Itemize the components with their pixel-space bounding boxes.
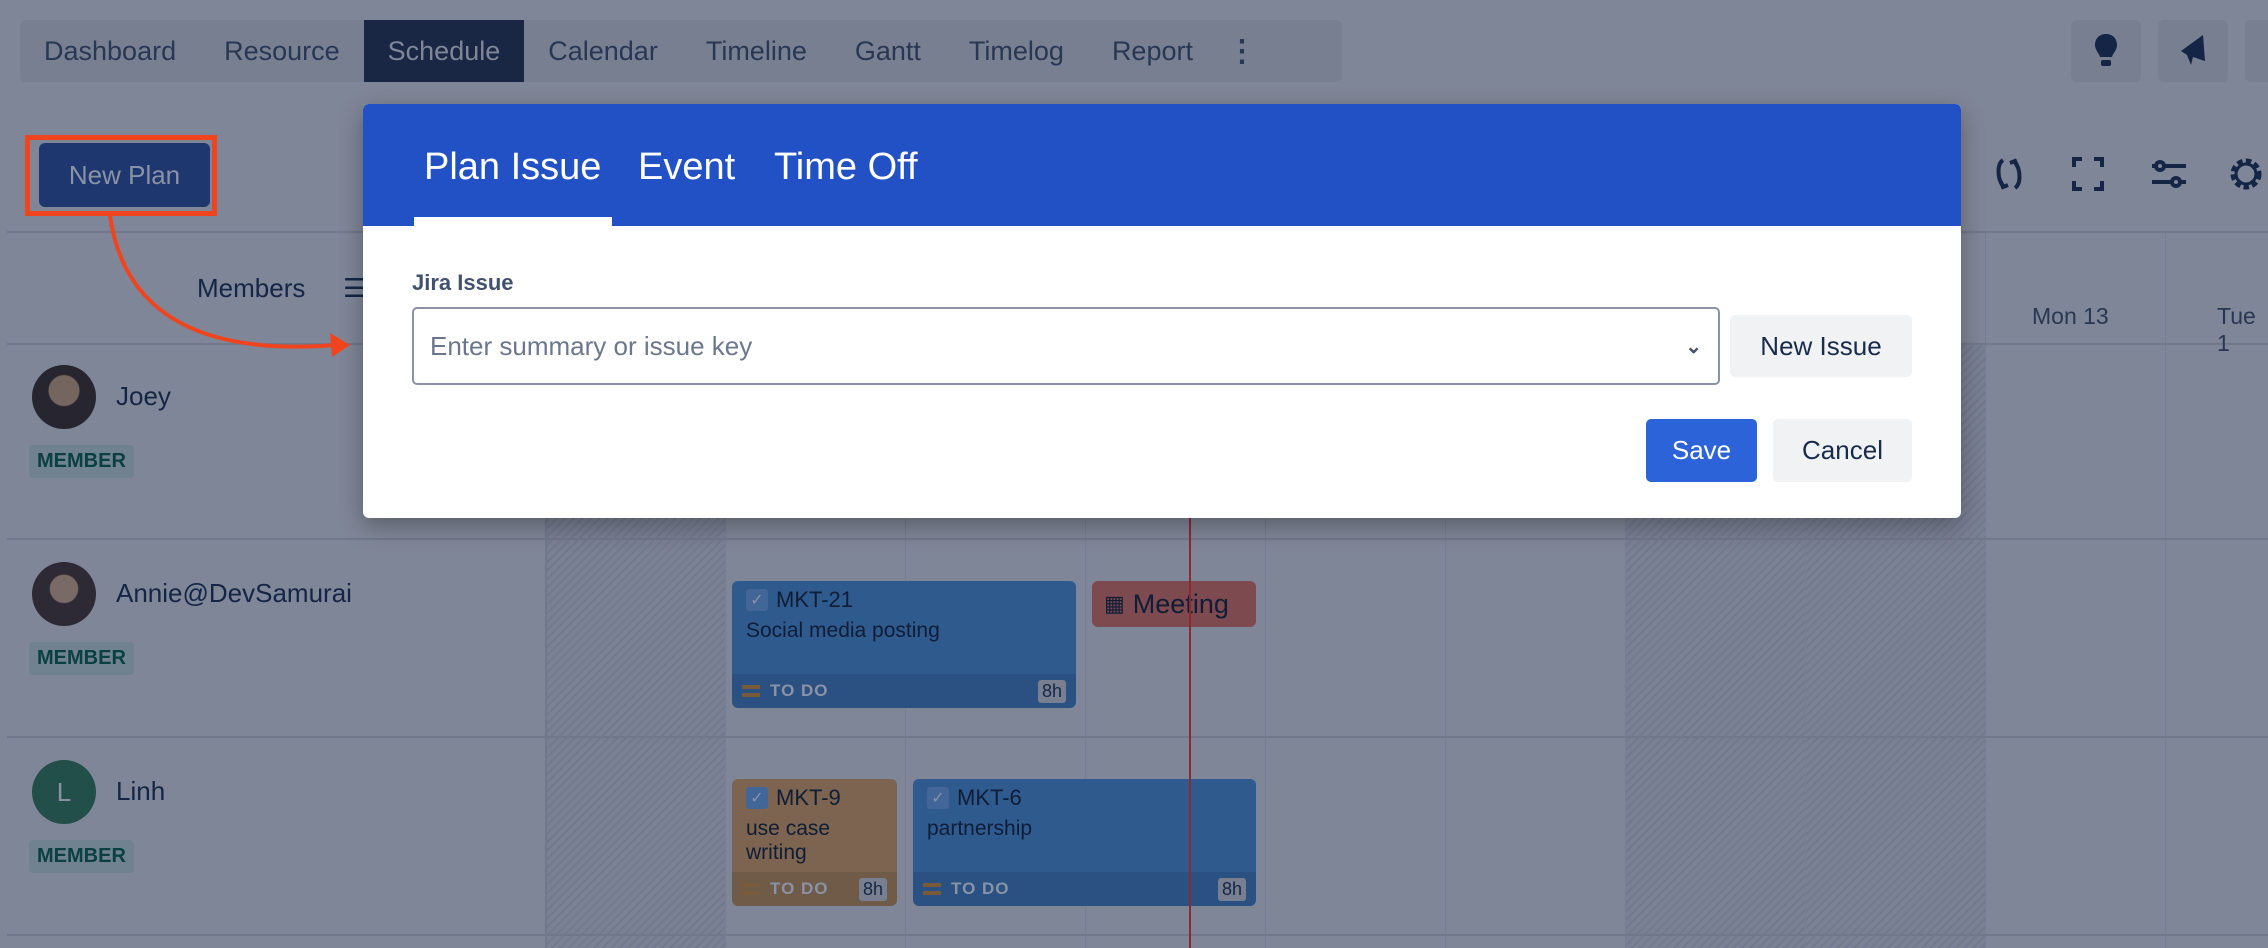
issue-key: MKT-9 xyxy=(776,785,841,810)
hours-badge: 8h xyxy=(1037,679,1066,703)
tab-plan-issue[interactable]: Plan Issue xyxy=(424,146,601,189)
more-icon[interactable]: ⋮ xyxy=(1217,34,1267,69)
priority-medium-icon xyxy=(923,883,941,895)
role-badge: MEMBER xyxy=(29,840,134,873)
issue-summary: Social media posting xyxy=(746,619,940,642)
issue-card[interactable]: ✓ MKT-6 partnership TO DO 8h xyxy=(913,779,1256,906)
tab-timelog[interactable]: Timelog xyxy=(945,20,1088,82)
tab-dashboard[interactable]: Dashboard xyxy=(20,20,200,82)
save-button[interactable]: Save xyxy=(1646,419,1757,482)
settings-gear-icon[interactable] xyxy=(2224,152,2268,196)
member-name: Linh xyxy=(116,776,166,806)
megaphone-icon[interactable] xyxy=(2158,20,2228,82)
jira-issue-label: Jira Issue xyxy=(412,270,514,295)
day-header: Tue 1 xyxy=(2217,303,2256,356)
plan-dialog: Plan Issue Event Time Off Jira Issue Ent… xyxy=(363,104,1961,518)
status-label: TO DO xyxy=(770,879,829,898)
avatar xyxy=(32,365,96,429)
checkbox-icon: ✓ xyxy=(746,787,768,809)
role-badge: MEMBER xyxy=(29,642,134,675)
issue-card[interactable]: ✓ MKT-21 Social media posting TO DO 8h xyxy=(732,581,1076,708)
tab-calendar[interactable]: Calendar xyxy=(524,20,682,82)
avatar xyxy=(32,562,96,626)
refresh-icon[interactable] xyxy=(1987,152,2031,196)
new-plan-button[interactable]: New Plan xyxy=(39,143,210,207)
priority-medium-icon xyxy=(742,685,760,697)
member-name: Annie@DevSamurai xyxy=(116,578,352,608)
sliders-icon[interactable] xyxy=(2146,152,2190,196)
dialog-header: Plan Issue Event Time Off xyxy=(363,104,1961,226)
issue-summary: use case writing xyxy=(746,817,831,864)
issue-key: MKT-6 xyxy=(957,785,1022,810)
status-label: TO DO xyxy=(770,681,829,700)
issue-summary: partnership xyxy=(927,817,1033,840)
checkbox-icon: ✓ xyxy=(746,589,768,611)
tab-time-off[interactable]: Time Off xyxy=(774,146,918,189)
placeholder: Enter summary or issue key xyxy=(430,330,753,361)
issue-key: MKT-21 xyxy=(776,587,854,612)
avatar: L xyxy=(32,760,96,824)
hours-badge: 8h xyxy=(858,877,887,901)
members-header: Members xyxy=(197,273,306,303)
tab-timeline[interactable]: Timeline xyxy=(682,20,831,82)
chevron-down-icon[interactable]: ⌄ xyxy=(1685,334,1702,359)
tab-resource[interactable]: Resource xyxy=(200,20,364,82)
member-name: Joey xyxy=(116,381,171,411)
fullscreen-icon[interactable] xyxy=(2066,152,2110,196)
day-header: Mon 13 xyxy=(2032,303,2109,329)
cancel-button[interactable]: Cancel xyxy=(1773,419,1912,482)
tab-schedule[interactable]: Schedule xyxy=(363,20,525,82)
status-label: TO DO xyxy=(951,879,1010,898)
active-tab-indicator xyxy=(414,217,612,226)
calendar-icon: ▦ xyxy=(1104,591,1125,616)
lightbulb-icon[interactable] xyxy=(2071,20,2141,82)
issue-card[interactable]: ✓ MKT-9 use case writing TO DO 8h xyxy=(732,779,897,906)
checkbox-icon: ✓ xyxy=(927,787,949,809)
event-label: Meeting xyxy=(1132,588,1229,619)
tab-gantt[interactable]: Gantt xyxy=(831,20,945,82)
tab-report[interactable]: Report xyxy=(1088,20,1217,82)
role-badge: MEMBER xyxy=(29,445,134,478)
top-nav: Dashboard Resource Schedule Calendar Tim… xyxy=(20,20,1342,82)
help-icon[interactable] xyxy=(2245,20,2268,82)
hours-badge: 8h xyxy=(1217,877,1246,901)
event-card[interactable]: ▦ Meeting xyxy=(1092,581,1256,627)
jira-issue-select[interactable]: Enter summary or issue key ⌄ xyxy=(412,307,1720,385)
new-issue-button[interactable]: New Issue xyxy=(1730,315,1912,377)
tab-event[interactable]: Event xyxy=(638,146,735,189)
priority-medium-icon xyxy=(742,883,760,895)
